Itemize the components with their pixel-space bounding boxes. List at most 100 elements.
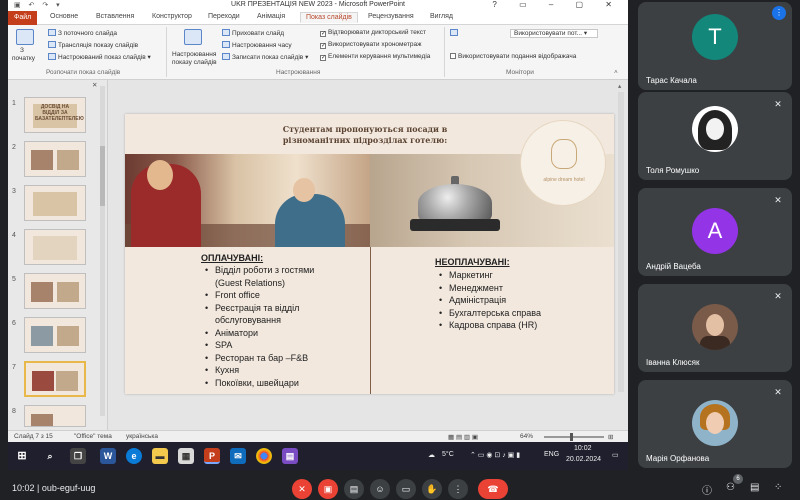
tab-file[interactable]: Файл xyxy=(8,11,38,25)
weather-icon[interactable]: ☁ xyxy=(428,451,435,459)
tab-design[interactable]: Конструктор xyxy=(152,13,192,20)
file-explorer-icon[interactable]: ▬ xyxy=(152,448,168,464)
taskbar-date[interactable]: 20.02.2024 xyxy=(566,456,601,463)
work-area: ✕ 1 ДОСВІД НА ВІДДІЛ ЗА БАЗАТЕЛЕПТЕЛЕЮ 2… xyxy=(8,80,628,430)
view-buttons[interactable]: ▦ ▤ ▥ ▣ xyxy=(448,433,478,441)
app-icon[interactable]: ▤ xyxy=(282,448,298,464)
checkbox-unchecked-icon xyxy=(450,53,456,59)
present-button[interactable]: ▭ xyxy=(396,479,416,499)
close-pane-icon[interactable]: ✕ xyxy=(92,81,97,89)
thumb-number: 1 xyxy=(12,100,16,107)
shared-screen: ▣ ↶ ↷ ▾ UKR ПРЕЗЕНТАЦІЯ NEW 2023 - Micro… xyxy=(8,0,628,470)
fit-slide-icon[interactable]: ⊞ xyxy=(608,433,613,441)
slide-thumbnail[interactable] xyxy=(24,229,86,265)
rehearse-timings-button[interactable]: Настроювання часу xyxy=(222,41,292,49)
activities-icon[interactable]: ⁘ xyxy=(774,482,782,493)
tab-review[interactable]: Рецензування xyxy=(368,13,414,20)
windows-start-icon[interactable]: ⊞ xyxy=(14,448,30,464)
search-icon[interactable]: ⌕ xyxy=(42,448,58,464)
leave-call-button[interactable]: ☎ xyxy=(478,479,508,499)
from-current-slide-button[interactable]: З поточного слайда xyxy=(48,29,117,37)
ribbon-separator xyxy=(444,27,445,77)
setup-slideshow-icon[interactable] xyxy=(184,29,202,45)
slide-thumbnail[interactable] xyxy=(24,273,86,309)
from-beginning-label-2[interactable]: початку xyxy=(12,55,35,62)
slide-thumbnail-pane: ✕ 1 ДОСВІД НА ВІДДІЛ ЗА БАЗАТЕЛЕПТЕЛЕЮ 2… xyxy=(8,80,108,430)
record-show-button[interactable]: Записати показ слайдів ▾ xyxy=(222,53,308,61)
tab-animations[interactable]: Анімація xyxy=(257,13,285,20)
from-beginning-label-1[interactable]: З xyxy=(20,47,24,54)
slide-thumbnail[interactable] xyxy=(24,141,86,177)
participant-tile[interactable]: ⋮ T Тарас Качала xyxy=(638,2,792,90)
tray-icons[interactable]: ⌃ ▭ ◉ ⊡ ♪ ▣ ▮ xyxy=(470,451,520,459)
slide-thumbnail[interactable] xyxy=(24,317,86,353)
tab-view[interactable]: Вигляд xyxy=(430,13,453,20)
slide-canvas[interactable]: Студентам пропонуються посади в різноман… xyxy=(125,114,614,394)
use-timings-checkbox[interactable]: ✓ Використовувати хронометраж xyxy=(320,41,421,49)
task-view-icon[interactable]: ❐ xyxy=(70,448,86,464)
record-icon xyxy=(222,53,230,60)
broadcast-button[interactable]: Трансляція показу слайдів xyxy=(48,41,138,49)
tab-slideshow[interactable]: Показ слайдів xyxy=(300,12,358,23)
scrollbar-knob[interactable] xyxy=(100,146,105,206)
media-controls-checkbox[interactable]: ✓ Елементи керування мультимедіа xyxy=(320,53,430,61)
custom-show-icon xyxy=(48,53,56,60)
slideshow-from-beginning-icon[interactable] xyxy=(16,29,34,45)
setup-label-2[interactable]: показу слайдів xyxy=(172,59,217,66)
slide-thumbnail[interactable] xyxy=(24,185,86,221)
camera-toggle-button[interactable]: ▣ xyxy=(318,479,338,499)
thumbnail-scrollbar[interactable] xyxy=(100,86,105,416)
meeting-clock: 10:02 | oub-eguf-uug xyxy=(12,483,96,493)
participant-tile[interactable]: ✕ Толя Ромушко xyxy=(638,92,792,180)
window-controls[interactable]: ? ▭ – ▢ ✕ xyxy=(492,0,622,9)
participant-tile[interactable]: ✕ Марія Орфанова xyxy=(638,380,792,468)
monitor-dropdown[interactable]: Використовувати пот... ▾ xyxy=(510,29,598,38)
emoji-button[interactable]: ☺ xyxy=(370,479,390,499)
more-options-button[interactable]: ⋮ xyxy=(448,479,468,499)
slide-thumbnail[interactable] xyxy=(24,405,86,427)
participant-tile[interactable]: ✕ A Андрій Вацеба xyxy=(638,188,792,276)
captions-button[interactable]: ▤ xyxy=(344,479,364,499)
info-icon[interactable]: ⓘ xyxy=(702,482,712,497)
list-item: SPA xyxy=(203,339,314,352)
taskbar-time[interactable]: 10:02 xyxy=(574,445,592,452)
tab-insert[interactable]: Вставлення xyxy=(96,13,134,20)
zoom-slider[interactable] xyxy=(544,433,604,441)
slide-thumbnail-selected[interactable] xyxy=(24,361,86,397)
custom-show-button[interactable]: Настроюваний показ слайдів ▾ xyxy=(48,53,151,61)
mic-toggle-button[interactable]: ✕ xyxy=(292,479,312,499)
zoom-slider-knob[interactable] xyxy=(570,433,573,441)
slide-thumbnail[interactable]: ДОСВІД НА ВІДДІЛ ЗА БАЗАТЕЛЕПТЕЛЕЮ xyxy=(24,97,86,133)
input-language[interactable]: ENG xyxy=(544,451,559,458)
language-indicator[interactable]: українська xyxy=(126,433,158,440)
thumb-number: 4 xyxy=(12,232,16,239)
hide-slide-button[interactable]: Приховати слайд xyxy=(222,29,284,37)
weather-temp[interactable]: 5°C xyxy=(442,451,454,458)
zoom-level[interactable]: 64% xyxy=(520,433,533,440)
thumb-number: 3 xyxy=(12,188,16,195)
chat-icon[interactable]: ▤ xyxy=(750,482,759,493)
store-icon[interactable]: ▦ xyxy=(178,448,194,464)
thumb-number: 6 xyxy=(12,320,16,327)
slide-scrollbar[interactable] xyxy=(618,92,624,392)
participant-count-badge: 6 xyxy=(733,474,743,484)
hide-slide-icon xyxy=(222,29,230,36)
scroll-up-icon[interactable]: ▴ xyxy=(618,82,621,90)
mic-muted-icon: ✕ xyxy=(774,99,782,109)
presenter-view-checkbox[interactable]: Використовувати подання відображача xyxy=(450,53,576,60)
play-narrations-checkbox[interactable]: ✓ Відтворювати дикторський текст xyxy=(320,29,426,37)
notifications-icon[interactable]: ▭ xyxy=(612,451,619,459)
raise-hand-button[interactable]: ✋ xyxy=(422,479,442,499)
word-icon[interactable]: W xyxy=(100,448,116,464)
mail-icon[interactable]: ✉ xyxy=(230,448,246,464)
edge-icon[interactable]: e xyxy=(126,448,142,464)
setup-label-1[interactable]: Настроювання xyxy=(172,51,216,58)
people-icon[interactable]: ⚇ xyxy=(726,482,735,493)
chrome-icon[interactable] xyxy=(256,448,272,464)
tab-home[interactable]: Основне xyxy=(50,13,78,20)
powerpoint-icon[interactable]: P xyxy=(204,448,220,464)
tab-transitions[interactable]: Переходи xyxy=(208,13,240,20)
collapse-ribbon-icon[interactable]: ˄ xyxy=(614,69,618,76)
participant-tile[interactable]: ✕ Іванна Клюсяк xyxy=(638,284,792,372)
logo-emblem-icon xyxy=(551,139,577,169)
